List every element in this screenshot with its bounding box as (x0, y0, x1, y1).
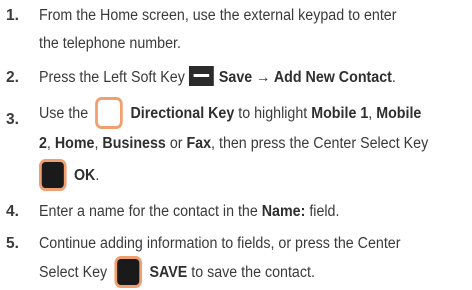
option-mobile-1: Mobile 1 (311, 105, 369, 122)
punctuation: , (46, 135, 51, 152)
punctuation: , (94, 135, 99, 152)
field-name: Name: (261, 203, 306, 220)
step-line: field. (309, 203, 340, 220)
center-select-key-icon (39, 158, 67, 191)
punctuation: , (368, 105, 373, 122)
option-home: Home (54, 135, 95, 152)
step-number: 3. (6, 111, 19, 128)
step-number: 4. (6, 203, 19, 220)
step-line: Select Key (39, 264, 108, 281)
step-line: Continue adding information to fields, o… (39, 235, 401, 252)
step-text: Continue adding information to fields, o… (39, 230, 435, 288)
step-line: From the Home screen, use the external k… (39, 7, 397, 24)
save-label: SAVE (149, 264, 188, 281)
option-mobile-2: Mobile (376, 105, 422, 122)
menu-path: Save → Add New Contact (218, 69, 392, 86)
step-text: Press the Left Soft Key Save → Add New Co… (39, 64, 435, 92)
step-number: 2. (6, 69, 19, 86)
step-number: 1. (6, 7, 19, 24)
step-line: Use the (39, 105, 89, 122)
punctuation: . (95, 167, 100, 184)
step-number: 5. (6, 235, 19, 252)
step-text: Enter a name for the contact in the Name… (39, 198, 435, 226)
step-text: From the Home screen, use the external k… (39, 2, 435, 58)
step-text: Use the Directional Key to highlight Mobi… (39, 94, 435, 194)
step-line: , then press the Center Select Key (211, 135, 429, 152)
option-fax: Fax (186, 135, 212, 152)
ok-label: OK (73, 167, 96, 184)
option-business: Business (102, 135, 166, 152)
step-line: Enter a name for the contact in the (39, 203, 258, 220)
option-mobile-2-suffix: 2 (39, 135, 47, 152)
step-line: to save the contact. (191, 264, 315, 281)
step-line: to highlight (238, 105, 308, 122)
step-line: the telephone number. (39, 35, 181, 52)
step-line: Press the Left Soft Key (39, 69, 185, 86)
directional-key-icon (95, 96, 124, 129)
left-soft-key-icon (188, 66, 214, 87)
punctuation: . (391, 69, 396, 86)
center-select-key-icon (114, 255, 143, 288)
key-name: Directional Key (130, 105, 235, 122)
step-line: or (169, 135, 183, 152)
